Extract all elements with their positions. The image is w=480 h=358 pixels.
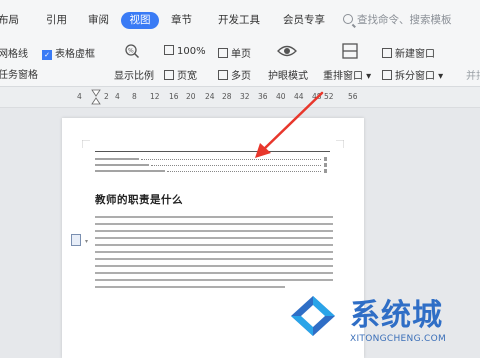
rearrange-window-button[interactable]: 重排窗口 ▾: [323, 67, 371, 82]
table-gridlines-label: 表格虚框: [55, 49, 95, 60]
tab-view[interactable]: 视图: [121, 12, 159, 29]
margin-corner-marker: [336, 140, 344, 148]
new-window-icon: [382, 48, 392, 58]
eye-icon: [277, 45, 297, 57]
ruler-number: 20: [186, 92, 196, 101]
search-placeholder: 查找命令、搜索模板: [357, 14, 452, 26]
multi-page-icon: [218, 70, 228, 80]
ruler-number: 56: [348, 92, 358, 101]
command-search[interactable]: 查找命令、搜索模板: [343, 12, 452, 27]
side-by-side-button[interactable]: 并排: [466, 67, 480, 82]
page-header-rule: [95, 151, 330, 152]
ruler-number: 48: [312, 92, 322, 101]
body-text-line: [95, 265, 333, 267]
zoom-100-label: 100%: [177, 46, 206, 57]
page-width-label: 页宽: [177, 71, 197, 82]
ruler-number: 40: [276, 92, 286, 101]
body-text-line: [95, 244, 333, 246]
tab-member[interactable]: 会员专享: [283, 12, 325, 27]
ruler-number: 52: [324, 92, 334, 101]
body-text-line: [95, 251, 333, 253]
tab-devtools[interactable]: 开发工具: [218, 12, 260, 27]
watermark-brand: 系统城: [350, 298, 443, 333]
horizontal-ruler[interactable]: 4 2 4 8 12 16 20 24 28 32 36 40 44 48 52…: [0, 87, 480, 108]
indent-marker-icon[interactable]: [91, 89, 101, 105]
split-window-button[interactable]: 拆分窗口 ▾: [382, 67, 443, 82]
body-text-line: [95, 272, 333, 274]
body-text-line: [95, 216, 333, 218]
view-toolbar: 网格线 ✓ 表格虚框 任务窗格 % 显示比例 100% 单页 页宽 多页 护眼模式…: [0, 40, 480, 87]
watermark-logo-icon: [291, 296, 335, 336]
body-text-line: [95, 237, 333, 239]
chevron-down-icon: ▾: [363, 71, 372, 82]
multi-page-button[interactable]: 多页: [218, 67, 251, 82]
zoom-100-button[interactable]: 100%: [164, 45, 206, 57]
eye-protection-button[interactable]: 护眼模式: [268, 67, 308, 82]
body-text-line: [95, 230, 333, 232]
ruler-number: 36: [258, 92, 268, 101]
tab-section[interactable]: 章节: [171, 12, 192, 27]
ruler-number: 32: [240, 92, 250, 101]
search-icon: [343, 14, 353, 24]
new-window-label: 新建窗口: [395, 49, 435, 60]
single-page-button[interactable]: 单页: [218, 45, 251, 60]
task-pane-option[interactable]: 任务窗格: [0, 66, 38, 81]
split-window-label: 拆分窗口: [395, 71, 435, 82]
chevron-down-icon[interactable]: ▾: [85, 238, 88, 245]
ruler-number: 4: [77, 92, 82, 101]
watermark-url: XITONGCHENG.COM: [350, 334, 447, 344]
ruler-number: 16: [169, 92, 179, 101]
ruler-number: 8: [132, 92, 137, 101]
split-window-icon: [382, 70, 392, 80]
display-ratio-icon: %: [125, 44, 140, 59]
ribbon-tab-bar: 布局 引用 审阅 视图 章节 开发工具 会员专享 查找命令、搜索模板: [0, 0, 480, 40]
rearrange-window-icon: [342, 43, 358, 59]
svg-text:%: %: [128, 48, 134, 55]
tab-layout[interactable]: 布局: [0, 12, 19, 27]
margin-corner-marker: [82, 140, 90, 148]
tab-review[interactable]: 审阅: [88, 12, 109, 27]
tab-reference[interactable]: 引用: [46, 12, 67, 27]
chevron-down-icon: ▾: [435, 71, 444, 82]
gridlines-option[interactable]: 网格线: [0, 45, 28, 60]
body-text-line: [95, 279, 333, 281]
single-page-label: 单页: [231, 49, 251, 60]
zoom-100-icon: [164, 45, 174, 55]
display-ratio-button[interactable]: 显示比例: [114, 67, 154, 82]
new-window-button[interactable]: 新建窗口: [382, 45, 435, 60]
page-width-button[interactable]: 页宽: [164, 67, 197, 82]
multi-page-label: 多页: [231, 71, 251, 82]
page-width-icon: [164, 70, 174, 80]
ruler-number: 4: [115, 92, 120, 101]
document-title: 教师的职责是什么: [95, 194, 183, 206]
table-gridlines-checkbox[interactable]: ✓ 表格虚框: [42, 45, 95, 60]
rearrange-window-label: 重排窗口: [323, 71, 363, 82]
ruler-number: 44: [294, 92, 304, 101]
ruler-number: 28: [222, 92, 232, 101]
body-text-line: [95, 258, 333, 260]
body-text-line: [95, 223, 333, 225]
ruler-number: 24: [205, 92, 215, 101]
single-page-icon: [218, 48, 228, 58]
checkbox-checked-icon: ✓: [42, 50, 52, 60]
document-structure-icon[interactable]: [71, 234, 81, 246]
toc-row: [95, 168, 327, 174]
ruler-number: 2: [104, 92, 109, 101]
ruler-number: 12: [150, 92, 160, 101]
body-text-line: [95, 286, 285, 288]
